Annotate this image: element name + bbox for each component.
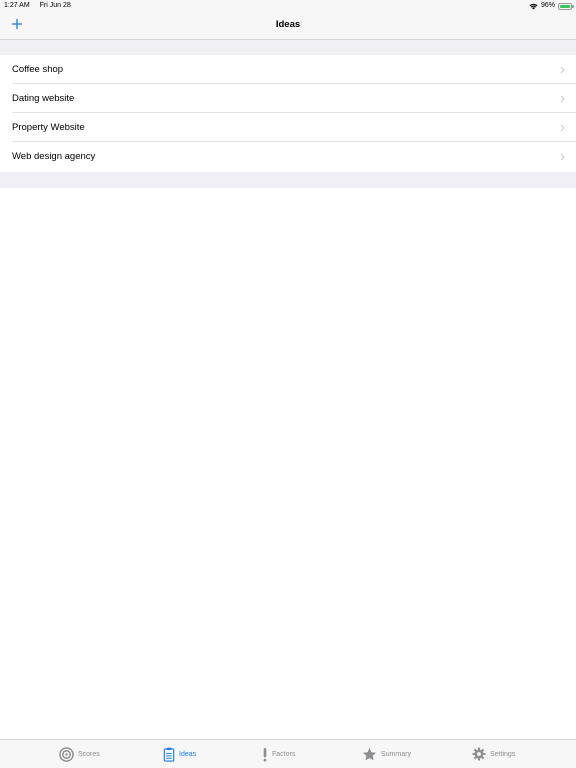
chevron-right-icon [560,113,565,142]
idea-label: Web design agency [12,151,96,162]
idea-label: Coffee shop [12,64,64,75]
wifi-icon [529,3,538,9]
tab-scores[interactable]: Scores [59,740,100,768]
status-left: 1:27 AM Fri Jun 28 [4,0,79,12]
status-right: 96% [529,0,574,12]
navigation-bar: Ideas [0,12,576,40]
section-header-spacer [0,40,576,55]
tab-summary[interactable]: Summary [362,740,411,768]
battery-percent: 96% [540,2,555,9]
idea-label: Dating website [12,93,75,104]
list-item[interactable]: Property Website [0,113,576,142]
tab-bar: Scores Ideas Factors Summary Settings [0,739,576,768]
status-date: Fri Jun 28 [39,2,71,9]
chevron-right-icon [560,55,565,84]
tab-ideas[interactable]: Ideas [163,740,196,768]
tab-settings[interactable]: Settings [472,740,515,768]
exclamation-icon [262,747,268,762]
star-icon [362,747,377,762]
list-item[interactable]: Dating website [0,84,576,113]
chevron-right-icon [560,84,565,113]
battery-icon [558,2,574,10]
tab-label: Ideas [179,750,197,758]
list-item[interactable]: Coffee shop [0,55,576,84]
tab-label: Settings [490,750,516,758]
battery-fill [560,4,570,8]
tab-label: Summary [381,750,411,758]
target-icon [59,746,74,762]
page-title: Ideas [275,19,301,30]
ideas-list: Coffee shop Dating website Property Websit… [0,55,576,171]
tab-label: Factors [272,750,296,758]
chevron-right-icon [560,142,565,171]
status-bar: 1:27 AM Fri Jun 28 96% [0,0,576,12]
gear-icon [472,747,486,761]
section-footer-spacer [0,172,576,188]
status-time: 1:27 AM [4,2,30,9]
tab-label: Scores [78,750,100,758]
idea-label: Property Website [12,122,85,133]
list-item[interactable]: Web design agency [0,142,576,171]
tab-factors[interactable]: Factors [262,740,295,768]
clipboard-icon [163,747,175,762]
